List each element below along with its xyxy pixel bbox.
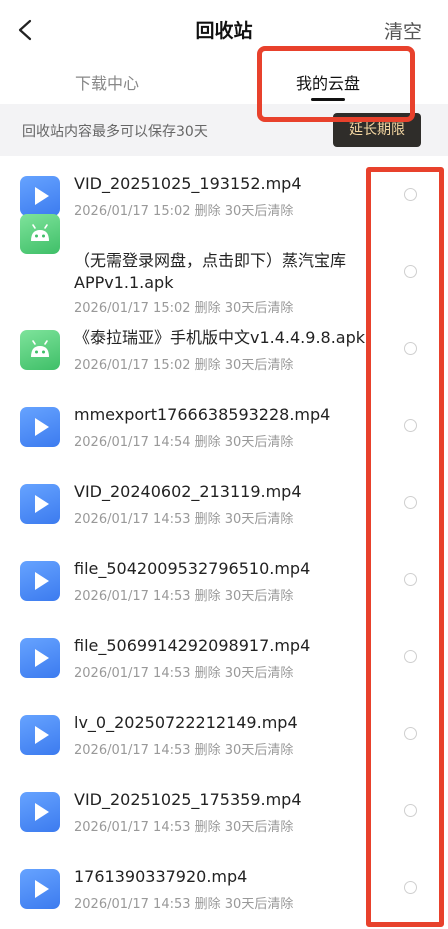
list-item[interactable]: 《泰拉瑞亚》手机版中文v1.4.4.9.8.apk 2026/01/17 15:0…: [0, 311, 448, 388]
select-radio[interactable]: [404, 727, 417, 740]
tab-my-cloud[interactable]: 我的云盘: [296, 70, 360, 94]
file-meta: 2026/01/17 14:54 删除 30天后清除: [74, 435, 294, 450]
file-name: 1761390337920.mp4: [74, 867, 248, 886]
list-item[interactable]: VID_20240602_213119.mp4 2026/01/17 14:53 …: [0, 465, 448, 542]
list-item[interactable]: lv_0_20250722212149.mp4 2026/01/17 14:53 …: [0, 696, 448, 773]
top-bar: 回收站 清空: [0, 0, 448, 60]
select-radio[interactable]: [404, 573, 417, 586]
tab-download-center[interactable]: 下载中心: [75, 70, 139, 94]
file-meta: 2026/01/17 15:02 删除 30天后清除: [74, 358, 294, 373]
tab-bar: 下载中心 我的云盘: [0, 60, 448, 104]
play-icon: [35, 649, 49, 667]
list-item[interactable]: （无需登录网盘，点击即下）蒸汽宝库APPv1.1.apk 2026/01/17 1…: [0, 157, 448, 316]
video-file-icon: [20, 638, 60, 678]
select-radio[interactable]: [404, 496, 417, 509]
select-radio[interactable]: [404, 650, 417, 663]
file-meta: 2026/01/17 14:53 删除 30天后清除: [74, 589, 294, 604]
page-title: 回收站: [195, 20, 253, 42]
play-icon: [35, 726, 49, 744]
file-name: （无需登录网盘，点击即下）蒸汽宝库APPv1.1.apk: [74, 251, 347, 292]
video-file-icon: [20, 484, 60, 524]
extend-period-button[interactable]: 延长期限: [333, 113, 421, 147]
android-icon: [31, 340, 49, 357]
list-item[interactable]: file_5042009532796510.mp4 2026/01/17 14:5…: [0, 542, 448, 619]
file-meta: 2026/01/17 14:53 删除 30天后清除: [74, 743, 294, 758]
file-name: file_5069914292098917.mp4: [74, 636, 311, 655]
active-tab-indicator: [311, 98, 345, 101]
list-item[interactable]: 1761390337920.mp4 2026/01/17 14:53 删除 30天…: [0, 850, 448, 927]
file-name: lv_0_20250722212149.mp4: [74, 713, 298, 732]
select-radio[interactable]: [404, 804, 417, 817]
apk-file-icon: [20, 330, 60, 370]
play-icon: [35, 880, 49, 898]
select-radio[interactable]: [404, 419, 417, 432]
select-radio[interactable]: [404, 265, 417, 278]
list-item[interactable]: file_5069914292098917.mp4 2026/01/17 14:5…: [0, 619, 448, 696]
apk-file-icon: [20, 214, 60, 254]
play-icon: [35, 572, 49, 590]
android-icon: [31, 224, 49, 241]
play-icon: [35, 495, 49, 513]
video-file-icon: [20, 792, 60, 832]
select-radio[interactable]: [404, 342, 417, 355]
video-file-icon: [20, 715, 60, 755]
file-name: 《泰拉瑞亚》手机版中文v1.4.4.9.8.apk: [74, 328, 366, 347]
file-meta: 2026/01/17 14:53 删除 30天后清除: [74, 512, 294, 527]
file-meta: 2026/01/17 14:53 删除 30天后清除: [74, 666, 294, 681]
play-icon: [35, 418, 49, 436]
select-radio[interactable]: [404, 881, 417, 894]
notice-text: 回收站内容最多可以保存30天: [22, 124, 208, 140]
video-file-icon: [20, 869, 60, 909]
clear-button[interactable]: 清空: [384, 17, 422, 44]
list-item[interactable]: mmexport1766638593228.mp4 2026/01/17 14:5…: [0, 388, 448, 465]
file-meta: 2026/01/17 14:53 删除 30天后清除: [74, 897, 294, 912]
file-name: VID_20240602_213119.mp4: [74, 482, 302, 501]
file-name: mmexport1766638593228.mp4: [74, 405, 331, 424]
list-item[interactable]: VID_20251025_175359.mp4 2026/01/17 14:53 …: [0, 773, 448, 850]
video-file-icon: [20, 561, 60, 601]
file-meta: 2026/01/17 14:53 删除 30天后清除: [74, 820, 294, 835]
file-name: VID_20251025_175359.mp4: [74, 790, 302, 809]
video-file-icon: [20, 407, 60, 447]
play-icon: [35, 803, 49, 821]
file-name: file_5042009532796510.mp4: [74, 559, 311, 578]
